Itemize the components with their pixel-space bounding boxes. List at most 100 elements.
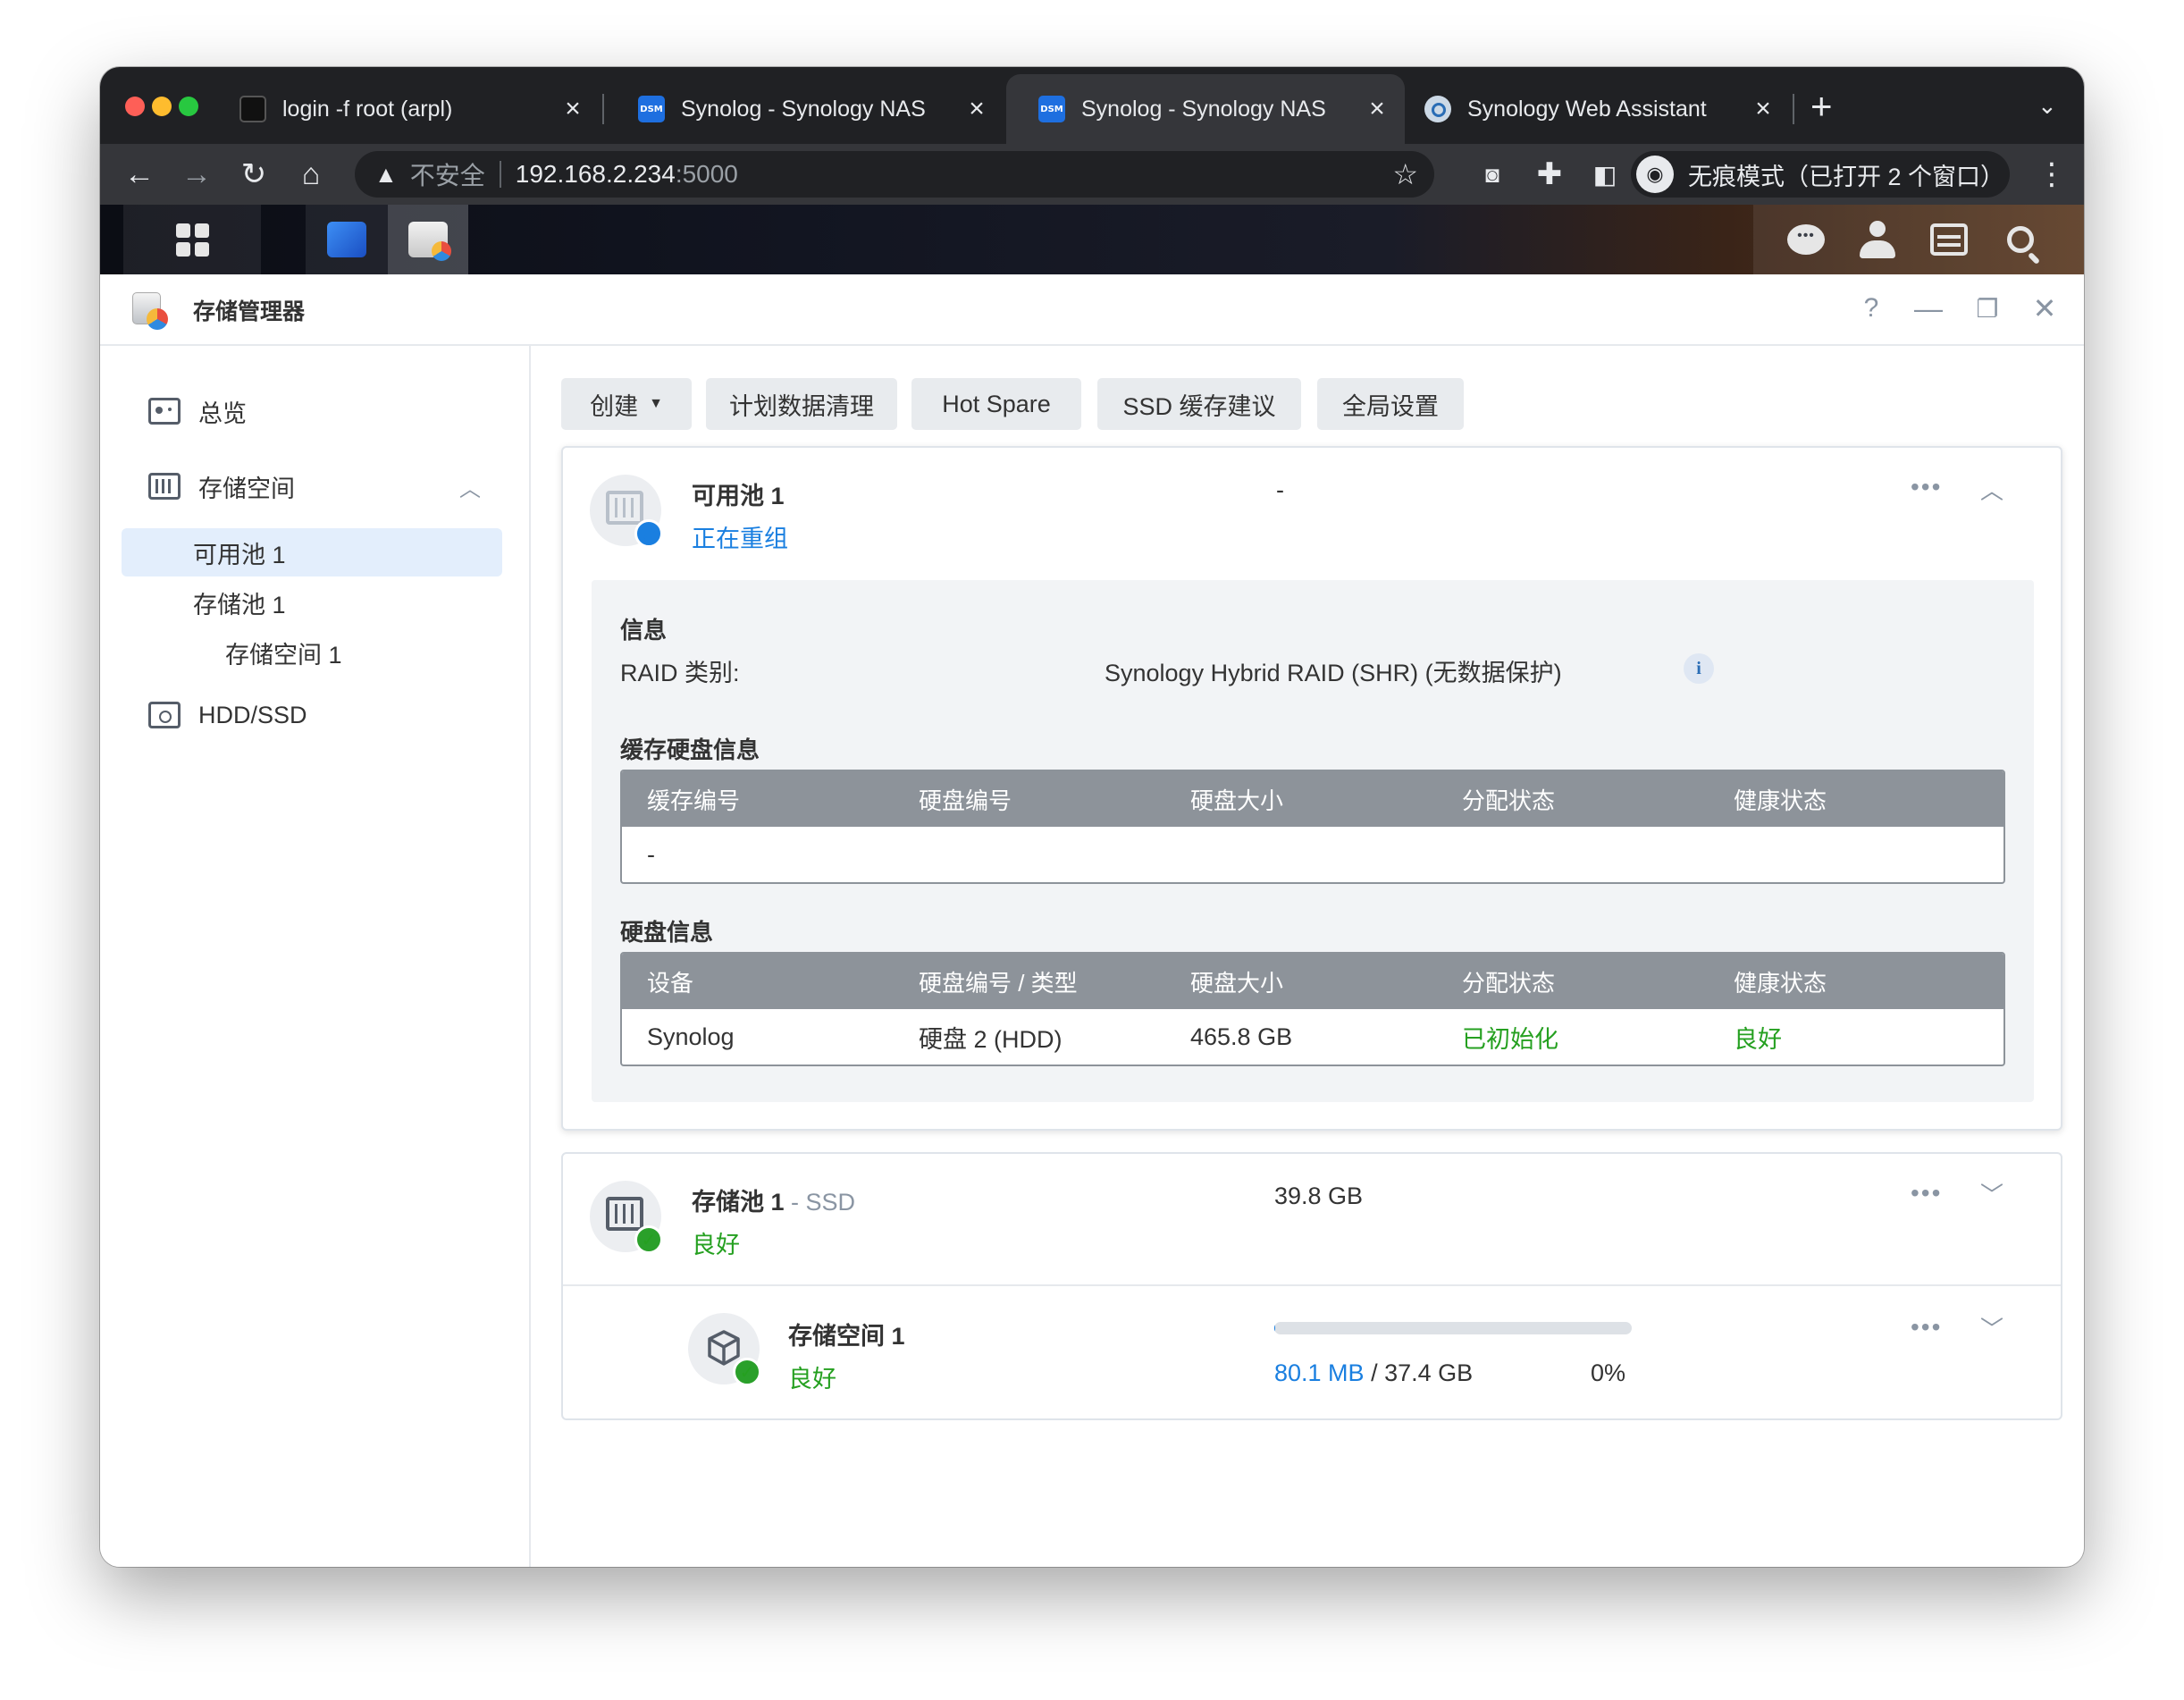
close-tab-icon[interactable]: × xyxy=(962,94,992,124)
disk-info-table: 设备 硬盘编号 / 类型 硬盘大小 分配状态 健康状态 Synolog 硬盘 2… xyxy=(620,952,2005,1066)
column-header[interactable]: 健康状态 xyxy=(1709,783,1980,816)
hot-spare-label: Hot Spare xyxy=(942,390,1051,417)
home-icon[interactable]: ⌂ xyxy=(290,153,332,196)
tab-terminal[interactable]: login -f root (arpl) × xyxy=(207,74,601,144)
close-tab-icon[interactable]: × xyxy=(1748,94,1778,124)
data-scrubbing-button[interactable]: 计划数据清理 xyxy=(706,378,897,430)
sidebar-item-volume[interactable]: 存储空间 1 xyxy=(122,628,502,677)
widgets-icon[interactable] xyxy=(1928,219,1970,260)
incognito-indicator[interactable]: ◉ 无痕模式（已打开 2 个窗口） xyxy=(1631,151,2010,198)
minimize-icon[interactable]: — xyxy=(1909,289,1948,328)
storage-manager-icon xyxy=(408,222,451,261)
sidebar-item-available-pool[interactable]: 可用池 1 xyxy=(122,528,502,576)
restore-icon[interactable]: ❐ xyxy=(1968,289,2007,328)
user-icon[interactable] xyxy=(1857,219,1898,260)
taskbar-app-storage-manager[interactable] xyxy=(388,205,468,274)
taskbar-app-control-panel[interactable] xyxy=(306,205,388,274)
ssd-cache-advisor-button[interactable]: SSD 缓存建议 xyxy=(1097,378,1301,430)
column-header[interactable]: 健康状态 xyxy=(1709,965,1980,998)
divider xyxy=(563,1284,2061,1286)
app-title: 存储管理器 xyxy=(193,299,306,324)
volume-usage-fill xyxy=(1274,1322,1275,1334)
tab-synology-nas-1[interactable]: DSM Synolog - Synology NAS × xyxy=(606,74,1004,144)
main-menu-button[interactable] xyxy=(123,205,261,274)
tab-web-assistant[interactable]: Synology Web Assistant × xyxy=(1407,74,1791,144)
dsm-icon: DSM xyxy=(1038,96,1065,122)
tab-divider xyxy=(602,94,604,124)
chevron-up-icon[interactable]: ︿ xyxy=(1980,473,2003,506)
sidebar: 总览 存储空间 ︿ 可用池 1 存储池 1 存储空间 1 HDD/SSD xyxy=(100,346,531,1567)
column-header[interactable]: 分配状态 xyxy=(1437,965,1709,998)
check-icon: ✓ xyxy=(634,1225,663,1254)
new-tab-button[interactable]: + xyxy=(1810,85,1833,128)
create-button[interactable]: 创建 ▼ xyxy=(561,378,692,430)
column-header[interactable]: 硬盘编号 xyxy=(894,783,1165,816)
storage-icon xyxy=(148,473,181,500)
chevron-down-icon[interactable]: ﹀ xyxy=(1980,1177,2003,1210)
sidebar-item-hdd-ssd[interactable]: HDD/SSD xyxy=(122,691,502,739)
table-header: 设备 硬盘编号 / 类型 硬盘大小 分配状态 健康状态 xyxy=(622,954,2003,1009)
url-host: 192.168.2.234 xyxy=(515,160,676,188)
volume-used[interactable]: 80.1 MB xyxy=(1274,1359,1365,1386)
reload-icon[interactable]: ↻ xyxy=(232,153,275,196)
tab-search-chevron-icon[interactable]: ⌄ xyxy=(2037,92,2057,120)
table-row[interactable]: Synolog 硬盘 2 (HDD) 465.8 GB 已初始化 良好 xyxy=(622,1009,2003,1065)
more-options-icon[interactable]: ••• xyxy=(1911,473,1942,501)
search-icon[interactable] xyxy=(2000,219,2041,260)
sidebar-item-storage[interactable]: 存储空间 ︿ xyxy=(122,462,502,510)
storage-pool-type: - SSD xyxy=(784,1189,856,1216)
close-tab-icon[interactable]: × xyxy=(558,94,588,124)
column-header[interactable]: 硬盘大小 xyxy=(1165,783,1437,816)
chevron-down-icon[interactable]: ﹀ xyxy=(1980,1311,2003,1344)
close-window-button[interactable] xyxy=(125,97,145,116)
column-header[interactable]: 缓存编号 xyxy=(622,783,894,816)
allocation-status-cell: 已初始化 xyxy=(1462,1025,1558,1053)
zoom-window-button[interactable] xyxy=(179,97,198,116)
browser-menu-icon[interactable]: ⋮ xyxy=(2030,153,2073,196)
chevron-up-icon[interactable]: ︿ xyxy=(459,471,481,502)
bookmark-star-icon[interactable]: ☆ xyxy=(1392,157,1418,191)
tab-title: Synolog - Synology NAS xyxy=(1081,96,1326,122)
column-header[interactable]: 设备 xyxy=(622,965,894,998)
check-icon: ✓ xyxy=(733,1358,761,1386)
browser-window: login -f root (arpl) × DSM Synolog - Syn… xyxy=(100,67,2084,1567)
tab-title: login -f root (arpl) xyxy=(282,96,453,122)
address-bar[interactable]: ▲ 不安全 192.168.2.234:5000 ☆ xyxy=(355,151,1434,198)
help-icon[interactable]: ? xyxy=(1852,289,1891,328)
pool-icon: ✓ xyxy=(590,1181,663,1254)
forward-arrow-icon[interactable]: → xyxy=(175,153,218,196)
disk-info-heading: 硬盘信息 xyxy=(620,919,714,946)
notifications-chat-icon[interactable] xyxy=(1785,219,1827,260)
column-header[interactable]: 硬盘编号 / 类型 xyxy=(894,965,1165,998)
info-heading: 信息 xyxy=(620,617,668,644)
side-panel-icon[interactable]: ◧ xyxy=(1583,153,1626,196)
storage-manager-icon xyxy=(132,292,168,330)
incognito-label: 无痕模式（已打开 2 个窗口） xyxy=(1688,163,2005,190)
global-settings-button[interactable]: 全局设置 xyxy=(1317,378,1464,430)
info-icon[interactable]: i xyxy=(1684,653,1714,684)
security-label[interactable]: 不安全 xyxy=(410,156,485,192)
sidebar-item-label: HDD/SSD xyxy=(198,701,307,728)
column-header[interactable]: 分配状态 xyxy=(1437,783,1709,816)
tab-synology-nas-2[interactable]: DSM Synolog - Synology NAS × xyxy=(1006,74,1405,144)
hot-spare-button[interactable]: Hot Spare xyxy=(911,378,1081,430)
column-header[interactable]: 硬盘大小 xyxy=(1165,965,1437,998)
extensions-puzzle-icon[interactable]: ✚ xyxy=(1528,153,1571,196)
volume-icon: ✓ xyxy=(688,1313,761,1386)
more-options-icon[interactable]: ••• xyxy=(1911,1313,1942,1342)
sidebar-item-storage-pool[interactable]: 存储池 1 xyxy=(122,578,502,627)
sidebar-item-overview[interactable]: 总览 xyxy=(122,387,502,435)
browser-toolbar: ← → ↻ ⌂ ▲ 不安全 192.168.2.234:5000 ☆ ◙ ✚ ◧… xyxy=(100,144,2084,205)
storage-pool-status: 良好 xyxy=(692,1232,740,1258)
more-options-icon[interactable]: ••• xyxy=(1911,1179,1942,1208)
back-arrow-icon[interactable]: ← xyxy=(118,153,161,196)
sidebar-item-label: 存储空间 xyxy=(198,475,295,502)
close-icon[interactable]: ✕ xyxy=(2025,289,2064,328)
incognito-icon: ◉ xyxy=(1636,156,1674,193)
create-label: 创建 xyxy=(590,392,639,420)
extension-glasses-icon[interactable]: ◙ xyxy=(1471,153,1514,196)
health-status-cell: 良好 xyxy=(1734,1025,1782,1053)
minimize-window-button[interactable] xyxy=(152,97,172,116)
close-tab-icon[interactable]: × xyxy=(1362,94,1392,124)
web-assistant-icon xyxy=(1424,96,1451,122)
